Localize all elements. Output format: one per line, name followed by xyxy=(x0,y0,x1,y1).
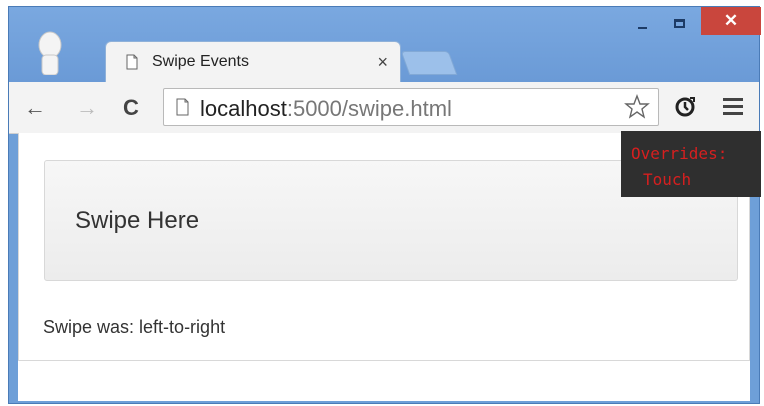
new-tab-button[interactable] xyxy=(400,51,458,75)
swipe-result-value: left-to-right xyxy=(139,317,226,337)
address-bar[interactable]: localhost:5000/swipe.html xyxy=(163,88,659,126)
browser-window: Swipe Events × ✕ ← → C localhost:5000/sw… xyxy=(8,6,761,404)
overlay-line-touch: Touch xyxy=(643,170,692,189)
tab-title: Swipe Events xyxy=(152,53,249,70)
star-icon[interactable] xyxy=(624,94,650,120)
page-bottom xyxy=(18,361,750,401)
user-avatar-icon[interactable] xyxy=(37,31,63,75)
back-button[interactable]: ← xyxy=(23,96,47,120)
close-window-button[interactable]: ✕ xyxy=(701,7,761,35)
tab-close-icon[interactable]: × xyxy=(377,48,388,76)
tab-swipe-events[interactable]: Swipe Events × xyxy=(105,41,401,83)
document-icon xyxy=(126,54,138,70)
page-icon xyxy=(176,98,189,116)
url-text: localhost:5000/swipe.html xyxy=(200,96,452,122)
swipe-result-prefix: Swipe was: xyxy=(43,317,140,337)
devtools-overrides-overlay: Overrides: Touch xyxy=(621,131,761,197)
extension-icon[interactable] xyxy=(673,95,697,119)
swipe-result: Swipe was: left-to-right xyxy=(43,317,225,338)
url-host: localhost xyxy=(200,96,287,121)
menu-icon[interactable] xyxy=(723,98,743,116)
browser-toolbar: ← → C localhost:5000/swipe.html xyxy=(9,82,759,134)
url-path: :5000/swipe.html xyxy=(286,96,452,121)
forward-button[interactable]: → xyxy=(75,96,99,120)
swipe-area-label: Swipe Here xyxy=(75,207,200,234)
overlay-line-overrides: Overrides: xyxy=(631,144,728,163)
reload-button[interactable]: C xyxy=(119,96,143,120)
maximize-button[interactable] xyxy=(665,15,695,35)
minimize-button[interactable] xyxy=(627,15,657,35)
